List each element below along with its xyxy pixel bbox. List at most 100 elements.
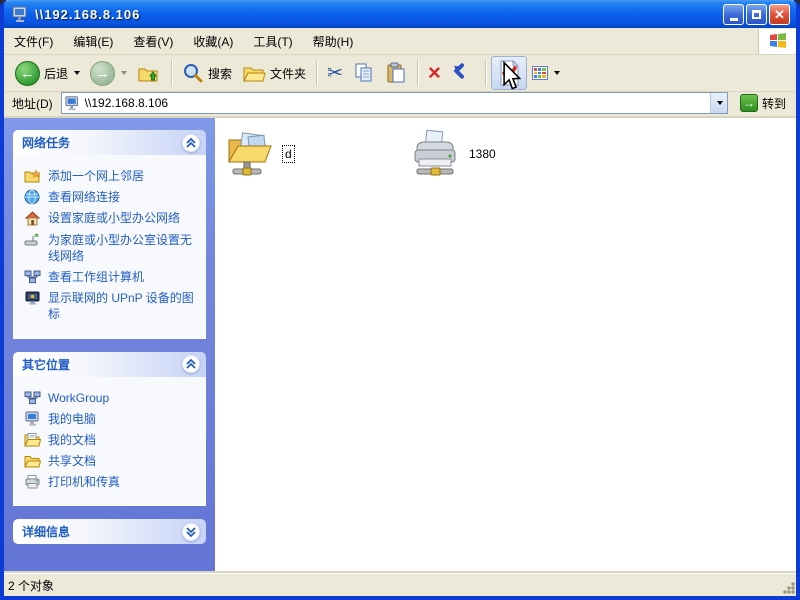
sidebar-item-my-computer[interactable]: 我的电脑 [24, 411, 201, 427]
menu-favorites[interactable]: 收藏(A) [183, 29, 243, 54]
menu-help[interactable]: 帮助(H) [303, 29, 364, 54]
sidebar-item-label: 设置家庭或小型办公网络 [48, 210, 180, 226]
undo-button[interactable] [446, 59, 480, 87]
window-title: \\192.168.8.106 [35, 7, 723, 22]
menu-view[interactable]: 查看(V) [123, 29, 183, 54]
list-item-shared-folder[interactable]: d [225, 128, 401, 180]
my-documents-icon [24, 432, 41, 448]
toolbar: ← 后退 → 搜索 文件夹 [4, 55, 796, 92]
toolbar-separator [417, 60, 418, 86]
address-label: 地址(D) [12, 95, 53, 112]
up-button[interactable] [132, 58, 166, 88]
document-check-button[interactable] [491, 56, 527, 90]
expand-button[interactable] [182, 523, 200, 541]
chevron-double-up-icon [186, 359, 196, 369]
sidebar-item-setup-wireless-network[interactable]: 为家庭或小型办公室设置无线网络 [24, 232, 201, 264]
upnp-device-icon [24, 290, 41, 306]
panel-title: 网络任务 [22, 134, 70, 151]
network-printer-icon [409, 128, 461, 180]
folders-icon [242, 62, 266, 84]
sidebar-item-shared-documents[interactable]: 共享文档 [24, 453, 201, 469]
toolbar-separator [171, 60, 172, 86]
item-label[interactable]: d [283, 146, 294, 162]
list-item-printer-1380[interactable]: 1380 [409, 128, 585, 180]
paste-icon [385, 62, 407, 84]
minimize-button[interactable] [723, 4, 744, 25]
menu-file[interactable]: 文件(F) [4, 29, 63, 54]
undo-icon [451, 62, 475, 84]
close-button[interactable]: ✕ [769, 4, 790, 25]
item-label[interactable]: 1380 [467, 146, 498, 162]
sidebar-item-label: 共享文档 [48, 453, 96, 469]
title-bar[interactable]: \\192.168.8.106 ✕ [4, 0, 796, 28]
sidebar-item-label: 打印机和传真 [48, 474, 120, 490]
forward-dropdown-icon [121, 71, 127, 75]
panel-header-network-tasks[interactable]: 网络任务 [13, 130, 206, 155]
sidebar-item-setup-home-network[interactable]: 设置家庭或小型办公网络 [24, 210, 201, 226]
folders-label: 文件夹 [270, 65, 306, 82]
go-button[interactable]: → 转到 [734, 92, 792, 114]
cut-button[interactable]: ✂ [322, 59, 348, 88]
sidebar-item-printers-faxes[interactable]: 打印机和传真 [24, 474, 201, 490]
panel-details: 详细信息 [13, 519, 206, 544]
shared-documents-icon [24, 453, 41, 469]
copy-icon [353, 62, 375, 84]
address-input[interactable]: \\192.168.8.106 [61, 92, 728, 114]
sidebar-item-show-upnp-icons[interactable]: 显示联网的 UPnP 设备的图标 [24, 290, 201, 322]
chevron-double-up-icon [186, 138, 196, 148]
add-network-place-icon [24, 168, 41, 184]
sidebar-item-label: 查看网络连接 [48, 189, 120, 205]
sidebar-item-add-network-place[interactable]: 添加一个网上邻居 [24, 168, 201, 184]
forward-icon: → [90, 61, 115, 86]
sidebar-item-workgroup[interactable]: WorkGroup [24, 390, 201, 406]
delete-button[interactable]: × [423, 59, 446, 87]
toolbar-separator [316, 60, 317, 86]
collapse-button[interactable] [182, 134, 200, 152]
menu-tools[interactable]: 工具(T) [243, 29, 302, 54]
file-list-area[interactable]: d 1380 [215, 118, 796, 573]
sidebar-item-label: 显示联网的 UPnP 设备的图标 [48, 290, 201, 322]
toolbar-separator [485, 60, 486, 86]
minimize-icon [730, 18, 738, 21]
forward-button[interactable]: → [85, 58, 132, 89]
back-dropdown-icon [74, 71, 80, 75]
resize-grip[interactable] [782, 581, 795, 594]
status-text: 2 个对象 [8, 577, 54, 594]
go-label: 转到 [762, 95, 786, 112]
maximize-button[interactable] [746, 4, 767, 25]
panel-other-places: 其它位置 WorkG [13, 352, 206, 507]
menu-bar: 文件(F) 编辑(E) 查看(V) 收藏(A) 工具(T) 帮助(H) [4, 28, 796, 55]
network-connections-icon [24, 189, 41, 205]
status-bar: 2 个对象 [4, 573, 796, 596]
close-icon: ✕ [774, 8, 785, 21]
sidebar-item-my-documents[interactable]: 我的文档 [24, 432, 201, 448]
panel-header-details[interactable]: 详细信息 [13, 519, 206, 544]
panel-header-other-places[interactable]: 其它位置 [13, 352, 206, 377]
paste-button[interactable] [380, 59, 412, 87]
panel-title: 详细信息 [22, 523, 70, 540]
sidebar-item-view-network-connections[interactable]: 查看网络连接 [24, 189, 201, 205]
chevron-double-down-icon [186, 527, 196, 537]
up-folder-icon [137, 61, 161, 85]
back-button[interactable]: ← 后退 [10, 58, 85, 89]
sidebar-item-label: 添加一个网上邻居 [48, 168, 144, 184]
network-shared-folder-icon [225, 128, 277, 180]
sidebar-item-view-workgroup-computers[interactable]: 查看工作组计算机 [24, 269, 201, 285]
back-icon: ← [15, 61, 40, 86]
copy-button[interactable] [348, 59, 380, 87]
document-check-icon [497, 60, 521, 86]
sidebar-item-label: 我的文档 [48, 432, 96, 448]
task-pane-sidebar: 网络任务 添加一个网上邻居 [4, 118, 215, 573]
panel-title: 其它位置 [22, 356, 70, 373]
views-button[interactable] [527, 63, 565, 83]
folders-button[interactable]: 文件夹 [237, 59, 311, 87]
search-button[interactable]: 搜索 [177, 59, 237, 87]
views-icon [532, 66, 548, 80]
collapse-button[interactable] [182, 355, 200, 373]
address-dropdown-button[interactable] [710, 93, 727, 113]
menu-edit[interactable]: 编辑(E) [63, 29, 123, 54]
search-icon [182, 62, 204, 84]
sidebar-item-label: WorkGroup [48, 390, 109, 406]
go-arrow-icon: → [740, 94, 758, 112]
wireless-network-icon [24, 232, 41, 248]
